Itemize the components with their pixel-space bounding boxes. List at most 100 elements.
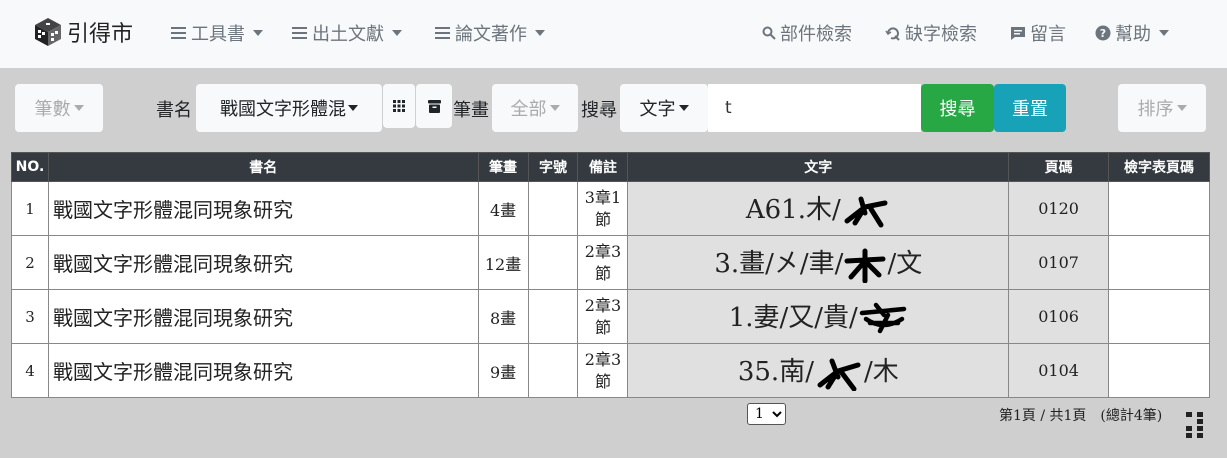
brand[interactable]: 引得市: [34, 16, 133, 48]
table-row: 4 戰國文字形體混同現象研究 9畫 2章3節 35.南/ /木 0104: [11, 343, 1210, 398]
row-char-no: [527, 235, 579, 290]
ancient-glyph-image: [844, 196, 888, 227]
row-page: 0120: [1008, 181, 1110, 236]
cube-logo-icon: [35, 18, 61, 46]
stroke-count-dropdown[interactable]: 筆數: [15, 84, 103, 132]
header-no[interactable]: NO.: [11, 152, 49, 182]
row-book-link[interactable]: 戰國文字形體混同現象研究: [47, 343, 479, 398]
help-circle-icon: ?: [1095, 25, 1111, 41]
nav-component-search[interactable]: 部件檢索: [762, 20, 852, 46]
row-strokes: 4畫: [477, 181, 529, 236]
menu-icon: [171, 27, 186, 39]
row-book-link[interactable]: 戰國文字形體混同現象研究: [47, 181, 479, 236]
table-row: 1 戰國文字形體混同現象研究 4畫 3章1節 A61.木/ 0120: [11, 181, 1210, 236]
row-book-link[interactable]: 戰國文字形體混同現象研究: [47, 235, 479, 290]
caret-down-icon: [253, 30, 263, 36]
nav-missing-char-label: 缺字檢索: [905, 24, 977, 45]
strokes-select-dropdown[interactable]: 全部: [492, 84, 578, 132]
search-icon: [762, 26, 776, 40]
header-note[interactable]: 備註: [577, 152, 629, 182]
row-index-page: [1108, 235, 1210, 290]
row-chars-text: 1.妻/又/貴/: [728, 302, 858, 333]
row-chars-text: A61.木/: [745, 194, 841, 225]
find-replace-icon: [885, 26, 900, 41]
nav-message-label: 留言: [1030, 24, 1066, 45]
search-field-dropdown[interactable]: 文字: [620, 84, 708, 132]
header-page[interactable]: 頁碼: [1008, 152, 1110, 182]
caret-down-icon: [549, 105, 560, 111]
row-chars-suffix: /文: [887, 248, 923, 279]
table-row: 2 戰國文字形體混同現象研究 12畫 2章3節 3.畫/㐅/聿/ /文 0107: [11, 235, 1210, 290]
brand-name: 引得市: [67, 22, 134, 47]
nav-message[interactable]: 留言: [1010, 20, 1066, 46]
nav-papers-dropdown[interactable]: 論文著作: [435, 20, 545, 46]
stroke-count-label: 筆數: [34, 99, 71, 120]
row-strokes: 9畫: [477, 343, 529, 398]
ancient-glyph-image: [817, 358, 861, 391]
header-index-page[interactable]: 檢字表頁碼: [1108, 152, 1210, 182]
row-index-page: [1108, 181, 1210, 236]
row-no: 2: [11, 235, 49, 290]
row-page: 0104: [1008, 343, 1110, 398]
caret-down-icon: [392, 30, 402, 36]
nav-help-label: 幫助: [1115, 24, 1151, 45]
search-label: 搜尋: [581, 100, 617, 121]
nav-excavated-dropdown[interactable]: 出土文獻: [292, 20, 402, 46]
sort-dropdown[interactable]: 排序: [1118, 84, 1206, 132]
nav-component-search-label: 部件檢索: [780, 24, 852, 45]
reset-button[interactable]: 重置: [994, 84, 1066, 132]
caret-down-icon: [348, 105, 358, 111]
caret-down-icon: [1159, 30, 1169, 36]
row-chars[interactable]: 35.南/ /木: [627, 343, 1010, 398]
sort-label: 排序: [1137, 99, 1174, 120]
row-strokes: 8畫: [477, 289, 529, 344]
row-note: 2章3節: [577, 235, 629, 290]
row-no: 3: [11, 289, 49, 344]
row-no: 1: [11, 181, 49, 236]
row-char-no: [527, 181, 579, 236]
row-chars[interactable]: A61.木/: [627, 181, 1010, 236]
row-index-page: [1108, 343, 1210, 398]
book-select-value: 戰國文字形體混: [220, 99, 346, 120]
archive-button[interactable]: [416, 84, 452, 128]
header-book[interactable]: 書名: [47, 152, 479, 182]
header-strokes[interactable]: 筆畫: [477, 152, 529, 182]
top-navbar: 引得市 工具書 出土文獻 論文著作 部件檢索 缺字檢索 留言 ? 幫助: [0, 0, 1227, 68]
strokes-select-value: 全部: [510, 99, 547, 120]
row-note: 2章3節: [577, 289, 629, 344]
qr-grid-icon[interactable]: [1186, 412, 1204, 438]
row-note: 3章1節: [577, 181, 629, 236]
row-strokes: 12畫: [477, 235, 529, 290]
nav-tools-dropdown[interactable]: 工具書: [171, 20, 263, 46]
ancient-glyph-image: [859, 302, 907, 333]
row-book-link[interactable]: 戰國文字形體混同現象研究: [47, 289, 479, 344]
book-label: 書名: [156, 100, 192, 121]
nav-help-dropdown[interactable]: ? 幫助: [1095, 20, 1169, 46]
page-select[interactable]: 1: [747, 403, 786, 425]
row-char-no: [527, 343, 579, 398]
strokes-label: 筆畫: [453, 100, 489, 121]
book-select-dropdown[interactable]: 戰國文字形體混: [196, 84, 382, 132]
caret-down-icon: [678, 105, 689, 111]
message-icon: [1011, 26, 1025, 40]
row-chars[interactable]: 3.畫/㐅/聿/ /文: [627, 235, 1010, 290]
row-no: 4: [11, 343, 49, 398]
row-page: 0107: [1008, 235, 1110, 290]
header-char-no[interactable]: 字號: [527, 152, 579, 182]
caret-down-icon: [535, 30, 545, 36]
ancient-glyph-image: [844, 248, 886, 283]
row-chars[interactable]: 1.妻/又/貴/: [627, 289, 1010, 344]
nav-excavated-label: 出土文獻: [312, 24, 384, 45]
header-chars[interactable]: 文字: [627, 152, 1010, 182]
pagination-info: 第1頁 / 共1頁 (總計4筆): [999, 408, 1163, 424]
table-row: 3 戰國文字形體混同現象研究 8畫 2章3節 1.妻/又/貴/ 0106: [11, 289, 1210, 344]
menu-icon: [292, 27, 307, 39]
row-chars-text: 3.畫/㐅/聿/: [714, 248, 844, 279]
search-button[interactable]: 搜尋: [921, 84, 994, 132]
grid-icon: [393, 100, 405, 112]
grid-view-button[interactable]: [383, 84, 415, 128]
search-input[interactable]: [708, 84, 921, 132]
nav-missing-char-search[interactable]: 缺字檢索: [885, 20, 977, 46]
nav-tools-label: 工具書: [191, 24, 245, 45]
search-field-value: 文字: [639, 99, 676, 120]
